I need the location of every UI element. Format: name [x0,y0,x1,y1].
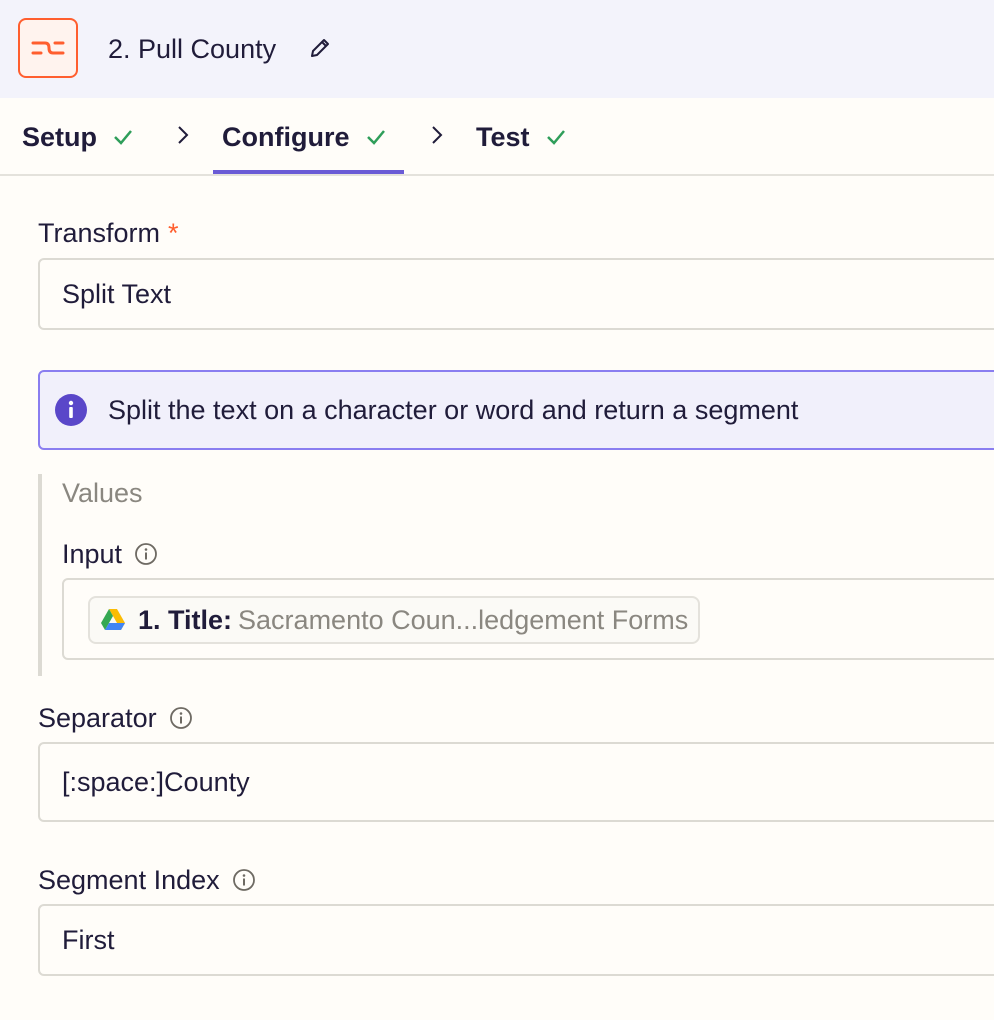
info-outline-icon[interactable] [169,706,193,730]
transform-select[interactable]: Split Text [38,258,994,330]
segment-index-label: Segment Index [38,863,256,897]
required-marker: * [168,218,179,248]
active-tab-indicator [213,170,404,174]
chevron-right-icon [178,126,189,144]
tab-label: Test [476,121,530,152]
tab-label: Configure [222,121,350,152]
pencil-icon[interactable] [308,36,332,60]
transform-label: Transform * [38,216,179,250]
info-text: Split the text on a character or word an… [108,394,799,425]
check-icon [114,130,132,145]
separator-value: [:space:]County [62,766,250,797]
tab-setup[interactable]: Setup [22,118,135,156]
pill-value: Sacramento Coun...ledgement Forms [238,604,689,635]
transform-label-text: Transform [38,218,161,248]
segment-index-label-text: Segment Index [38,865,220,895]
info-outline-icon[interactable] [232,868,256,892]
input-label-text: Input [62,539,123,569]
step-header: 2. Pull County [0,0,994,98]
check-icon [366,130,385,145]
chevron-right-icon [432,126,443,144]
info-banner: Split the text on a character or word an… [38,370,994,450]
mapped-field-pill[interactable]: 1. Title: Sacramento Coun...ledgement Fo… [88,596,701,644]
google-drive-icon [101,609,125,630]
tab-configure[interactable]: Configure [222,118,388,156]
info-icon [55,394,87,426]
step-tabs: Setup Configure Test [0,98,994,176]
tab-label: Setup [22,121,98,152]
separator-label: Separator [38,701,193,735]
segment-index-value: First [62,924,115,955]
tab-test[interactable]: Test [476,118,568,156]
check-icon [546,130,565,145]
values-title: Values [62,478,143,508]
separator-label-text: Separator [38,703,157,733]
transform-value: Split Text [62,278,172,309]
pill-key: 1. Title: [138,604,233,635]
input-label: Input [62,537,158,571]
formatter-icon[interactable] [18,18,78,78]
separator-input[interactable]: [:space:]County [38,742,994,822]
info-outline-icon[interactable] [134,542,158,566]
segment-index-select[interactable]: First [38,904,994,976]
step-title: 2. Pull County [108,34,277,64]
